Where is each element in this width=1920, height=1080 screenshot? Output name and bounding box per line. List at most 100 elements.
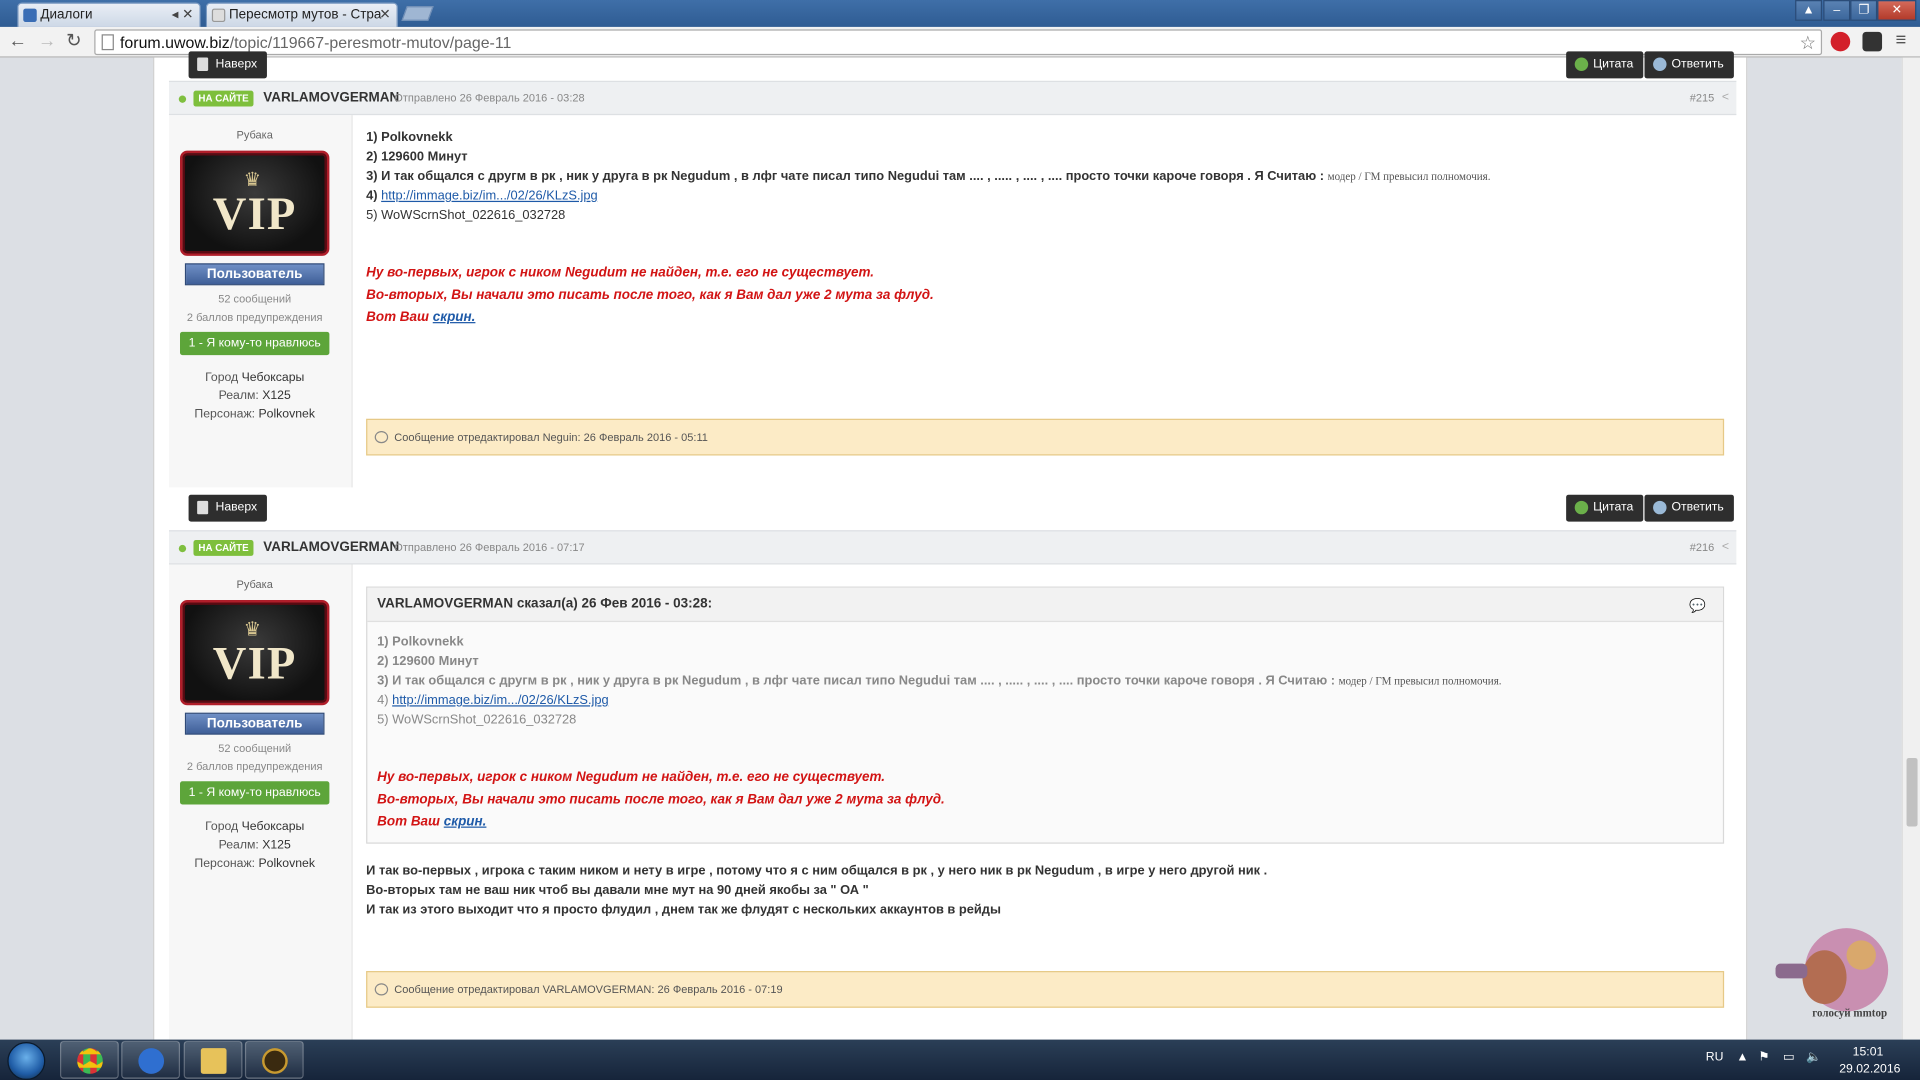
close-icon[interactable]: ◂ ✕: [172, 6, 194, 22]
post-line: 3) И так общался с другм в рк , ник у др…: [366, 169, 1490, 184]
moderator-note: Ну во-первых, игрок с ником Negudum не н…: [377, 770, 886, 785]
reload-icon[interactable]: ↻: [66, 31, 81, 52]
page-scrollbar[interactable]: [1901, 57, 1920, 1040]
clock-time[interactable]: 15:01: [1853, 1046, 1884, 1059]
quote-line: 1) Polkovnekk: [377, 634, 464, 649]
post-line: 1) Polkovnekk: [366, 129, 453, 145]
folder-icon: [200, 1048, 227, 1074]
post-small-text: модер / ГМ превысил полномочия.: [1327, 170, 1491, 183]
share-icon[interactable]: <: [1722, 540, 1729, 553]
user-sidebar: Рубака ♛ VIP Пользователь 52 сообщений 2 …: [168, 115, 353, 488]
warning-points[interactable]: 2 баллов предупреждения: [169, 760, 340, 772]
opera-extension-icon[interactable]: [1830, 31, 1851, 52]
page-icon: [101, 34, 114, 51]
explorer-taskbar-button[interactable]: [183, 1040, 243, 1079]
tab-dialogs[interactable]: Диалоги ◂ ✕: [17, 2, 201, 27]
url-host: forum.uwow.biz: [120, 33, 230, 52]
new-tab-button[interactable]: [401, 6, 434, 21]
field-label: Персонаж:: [194, 407, 256, 422]
warning-points[interactable]: 2 баллов предупреждения: [169, 311, 340, 323]
flag-icon[interactable]: ⚑: [1758, 1051, 1769, 1064]
url-path: /topic/119667-peresmotr-mutov/page-11: [229, 33, 512, 52]
field-value: Polkovnek: [258, 857, 315, 871]
screenshot-link[interactable]: скрин.: [444, 814, 487, 829]
quote-text: 3) И так общался с другм в рк , ник у др…: [377, 673, 1339, 689]
post-author[interactable]: VARLAMOVGERMAN: [263, 540, 399, 555]
close-icon[interactable]: ✕: [379, 6, 390, 22]
online-badge: НА САЙТЕ: [193, 90, 254, 107]
vip-text: VIP: [212, 637, 297, 690]
vip-text: VIP: [212, 188, 297, 241]
online-dot-icon: [178, 95, 187, 103]
back-arrow-icon[interactable]: ←: [9, 31, 27, 52]
screenshot-link[interactable]: скрин.: [433, 310, 476, 325]
post-author[interactable]: VARLAMOVGERMAN: [263, 91, 399, 106]
wow-taskbar-button[interactable]: [244, 1040, 304, 1079]
language-indicator[interactable]: RU: [1706, 1051, 1724, 1064]
post-number[interactable]: #216: [1690, 541, 1715, 553]
volume-icon[interactable]: 🔈: [1806, 1051, 1821, 1064]
city-field: Город Чебоксары: [169, 820, 340, 833]
user-group: Пользователь: [184, 263, 325, 286]
page-tab-icon: [211, 8, 226, 23]
field-value: X125: [262, 838, 291, 853]
reply-button[interactable]: Ответить: [1644, 494, 1734, 522]
message-count: 52 сообщений: [218, 742, 292, 755]
post-text: 4): [366, 188, 382, 204]
minimize-button[interactable]: –: [1823, 0, 1851, 21]
post-number[interactable]: #215: [1690, 92, 1715, 104]
tray-arrow-icon[interactable]: ▲: [1736, 1051, 1748, 1064]
button-label: Ответить: [1671, 500, 1724, 515]
bookmark-star-icon[interactable]: ☆: [1799, 32, 1815, 54]
clock-date[interactable]: 29.02.2016: [1839, 1063, 1900, 1076]
field-value: Polkovnek: [258, 407, 315, 422]
address-bar[interactable]: forum.uwow.biz/topic/119667-peresmotr-mu…: [94, 29, 1823, 56]
tab-forum[interactable]: Пересмотр мутов - Стра ✕: [205, 2, 398, 27]
quote-text: Вот Ваш: [377, 814, 444, 829]
chrome-taskbar-button[interactable]: [60, 1040, 119, 1079]
post-line: 5) WoWScrnShot_022616_032728: [366, 208, 566, 223]
edit-notice: Сообщение отредактировал VARLAMOVGERMAN:…: [366, 971, 1725, 1008]
tab-label: Пересмотр мутов - Стра: [228, 7, 382, 23]
menu-icon[interactable]: ≡: [1896, 30, 1907, 51]
quote-block: VARLAMOVGERMAN сказал(а) 26 Фев 2016 - 0…: [366, 586, 1725, 844]
quote-line: 2) 129600 Минут: [377, 653, 479, 669]
close-window-button[interactable]: ✕: [1877, 0, 1917, 21]
quote-button[interactable]: Цитата: [1566, 494, 1644, 522]
vip-badge: ♛ VIP: [180, 150, 330, 256]
windows-start-icon[interactable]: [7, 1042, 46, 1080]
forward-arrow-icon[interactable]: →: [38, 31, 56, 52]
field-value: Чебоксары: [241, 820, 305, 834]
restore-button[interactable]: ❐: [1850, 0, 1878, 21]
message-count: 52 сообщений: [218, 292, 292, 305]
reply-icon: [1653, 500, 1667, 515]
user-sidebar: Рубака ♛ VIP Пользователь 52 сообщений 2 …: [168, 564, 353, 1040]
city-field: Город Чебоксары: [169, 371, 340, 384]
network-icon[interactable]: ▭: [1783, 1051, 1795, 1064]
tab-label: Диалоги: [40, 7, 93, 23]
image-link[interactable]: http://immage.biz/im.../02/26/KLzS.jpg: [381, 189, 598, 204]
field-value: X125: [262, 389, 291, 403]
moderator-note: Во-вторых, Вы начали это писать после то…: [377, 792, 945, 807]
mmtop-label: голосуй mmtop: [1812, 1006, 1888, 1019]
user-rank: Рубака: [236, 577, 273, 591]
realm-field: Реалм: X125: [169, 839, 340, 852]
shield-extension-icon[interactable]: [1862, 31, 1883, 52]
top-button[interactable]: Наверх: [188, 494, 267, 522]
blue-tab-icon: [23, 8, 37, 23]
post-date: Отправлено 26 Февраль 2016 - 03:28: [394, 91, 585, 105]
share-icon[interactable]: <: [1722, 91, 1729, 104]
moderator-note: Ну во-первых, игрок с ником Negudum не н…: [366, 265, 875, 281]
comments-icon[interactable]: 💬: [1689, 598, 1706, 614]
reputation-badge: 1 - Я кому-то нравлюсь: [180, 331, 330, 356]
user-icon[interactable]: ▲: [1795, 0, 1823, 21]
image-link[interactable]: http://immage.biz/im.../02/26/KLzS.jpg: [392, 693, 609, 708]
quote-line: 3) И так общался с другм в рк , ник у др…: [377, 673, 1501, 688]
online-badge: НА САЙТЕ: [193, 540, 254, 556]
post-line: 2) 129600 Минут: [366, 149, 468, 165]
quote-small-text: модер / ГМ превысил полномочия.: [1338, 674, 1502, 687]
mmtop-widget[interactable]: голосуй mmtop: [1763, 921, 1898, 1034]
app-taskbar-button[interactable]: [121, 1040, 181, 1079]
moon-icon: [138, 1048, 165, 1074]
scroll-thumb[interactable]: [1906, 757, 1918, 827]
